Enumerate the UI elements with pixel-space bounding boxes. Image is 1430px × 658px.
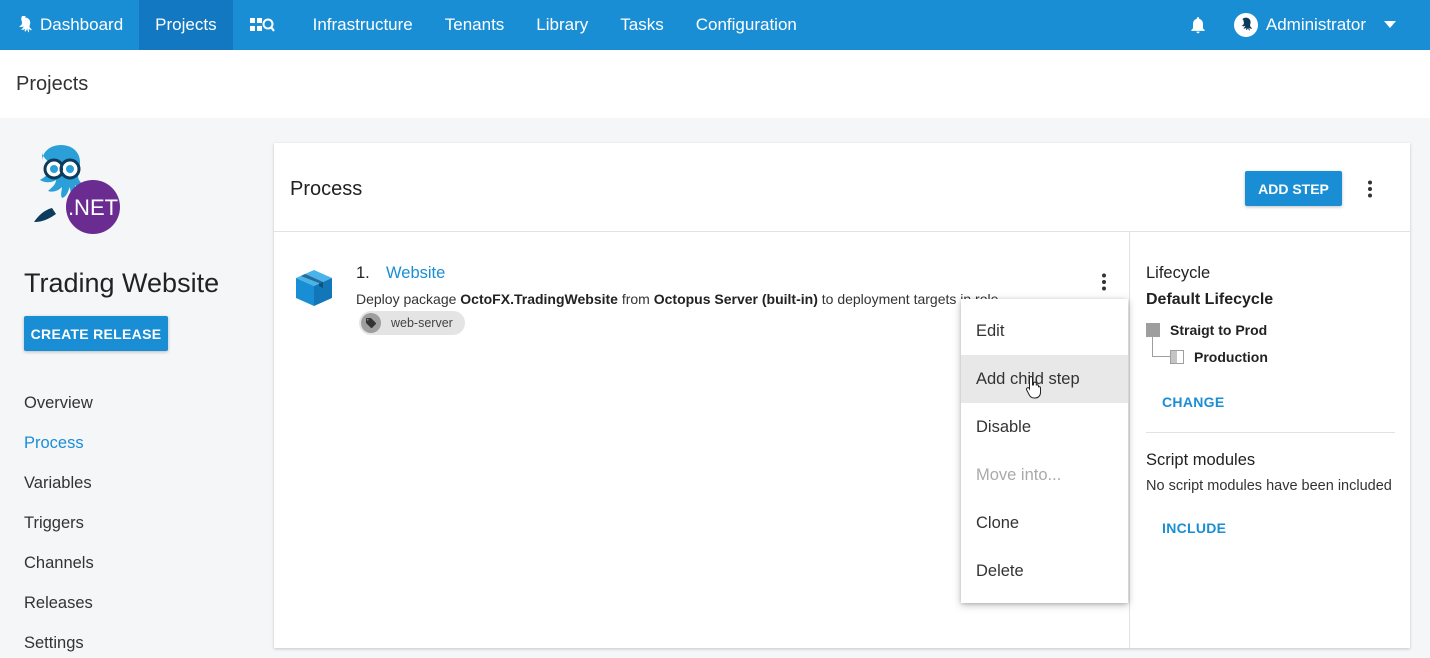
sidebar-item-channels[interactable]: Channels [24,543,94,583]
user-avatar-icon [1234,14,1257,36]
menu-item-delete[interactable]: Delete [961,547,1128,595]
feed-name: Octopus Server (built-in) [653,291,818,307]
nav-tasks[interactable]: Tasks [604,0,679,50]
more-vertical-icon [1368,180,1372,198]
nav-library-label: Library [536,15,589,34]
desc-prefix: Deploy package [356,291,461,307]
change-lifecycle-button[interactable]: CHANGE [1162,394,1224,410]
phase-name: Straigt to Prod [1170,322,1268,338]
menu-item-edit[interactable]: Edit [961,307,1128,355]
sidebar-item-triggers[interactable]: Triggers [24,503,94,543]
process-card: Process ADD STEP 1. Website Deploy packa… [274,143,1410,648]
step-context-menu: Edit Add child step Disable Move into...… [961,299,1128,603]
top-nav: Dashboard Projects Infrastructure Tenant… [0,0,1430,50]
lifecycle-phase: Straigt to Prod [1146,322,1267,338]
logo-text: .NET [68,195,118,220]
chevron-down-icon [1384,21,1396,28]
octopus-dotnet-logo-icon: .NET [34,145,120,234]
menu-item-clone[interactable]: Clone [961,499,1128,547]
nav-infrastructure-label: Infrastructure [312,15,413,34]
phase-square-icon [1146,323,1160,337]
nav-configuration-label: Configuration [695,15,797,34]
nav-dashboard[interactable]: Dashboard [0,0,139,50]
divider [1146,432,1395,433]
hand-cursor-icon [1025,375,1043,404]
user-menu[interactable]: Administrator [1226,0,1430,50]
lifecycle-environment: Production [1170,349,1268,365]
environment-name: Production [1194,349,1268,365]
more-vertical-icon [1102,273,1106,291]
role-label: web-server [391,316,453,330]
bell-icon [1191,17,1205,34]
menu-item-move-into: Move into... [976,466,1062,484]
sidebar-item-process[interactable]: Process [24,423,94,463]
nav-library[interactable]: Library [520,0,604,50]
role-chip: web-server [359,311,465,335]
lifecycle-name: Default Lifecycle [1146,291,1274,308]
process-title: Process [290,178,363,200]
step-name-link[interactable]: Website [386,264,445,283]
user-name: Administrator [1265,15,1366,34]
notifications-button[interactable] [1170,0,1226,50]
nav-search-dashboard[interactable] [233,0,297,50]
step-number: 1. [356,264,370,282]
nav-projects[interactable]: Projects [139,0,233,50]
desc-mid: from [617,291,654,307]
project-name: Trading Website [24,268,220,298]
page-header: Projects [0,50,1430,118]
project-nav: Overview Process Variables Triggers Chan… [24,383,94,658]
nav-right: Administrator [1170,0,1430,50]
nav-tenants[interactable]: Tenants [429,0,521,50]
search-dashboard-icon [249,18,275,32]
sidebar-item-variables[interactable]: Variables [24,463,94,503]
package-name: OctoFX.TradingWebsite [460,291,618,307]
environment-square-icon [1170,350,1184,364]
include-script-modules-button[interactable]: INCLUDE [1162,520,1226,536]
lifecycle-heading: Lifecycle [1146,264,1211,282]
nav-configuration[interactable]: Configuration [680,0,813,50]
process-overflow-menu-button[interactable] [1358,177,1382,201]
menu-item-disable[interactable]: Disable [961,403,1128,451]
tag-icon [361,313,381,333]
step-description: Deploy package OctoFX.TradingWebsite fro… [356,291,1006,307]
tree-connector [1152,337,1170,357]
nav-tasks-label: Tasks [620,15,664,34]
sidebar-item-overview[interactable]: Overview [24,383,94,423]
nav-projects-label: Projects [155,15,217,34]
nav-infrastructure[interactable]: Infrastructure [297,0,429,50]
package-icon [294,268,334,313]
process-side-panel: Lifecycle Default Lifecycle Straigt to P… [1129,232,1410,648]
project-logo: .NET [28,144,124,240]
sidebar-item-releases[interactable]: Releases [24,583,94,623]
nav-dashboard-label: Dashboard [40,15,124,34]
step-overflow-menu-button[interactable] [1092,270,1116,294]
process-header: Process ADD STEP [274,143,1410,232]
project-sidebar: .NET Trading Website CREATE RELEASE Over… [0,118,272,658]
script-modules-text: No script modules have been included [1146,478,1392,494]
nav-tenants-label: Tenants [444,15,505,34]
create-release-button[interactable]: CREATE RELEASE [24,316,168,351]
script-modules-heading: Script modules [1146,451,1256,469]
sidebar-item-settings[interactable]: Settings [24,623,94,658]
add-step-button[interactable]: ADD STEP [1245,171,1342,206]
menu-item-add-child-step[interactable]: Add child step [961,355,1128,403]
avatar [1233,13,1258,37]
page-title: Projects [16,72,89,95]
octopus-icon [19,16,32,33]
